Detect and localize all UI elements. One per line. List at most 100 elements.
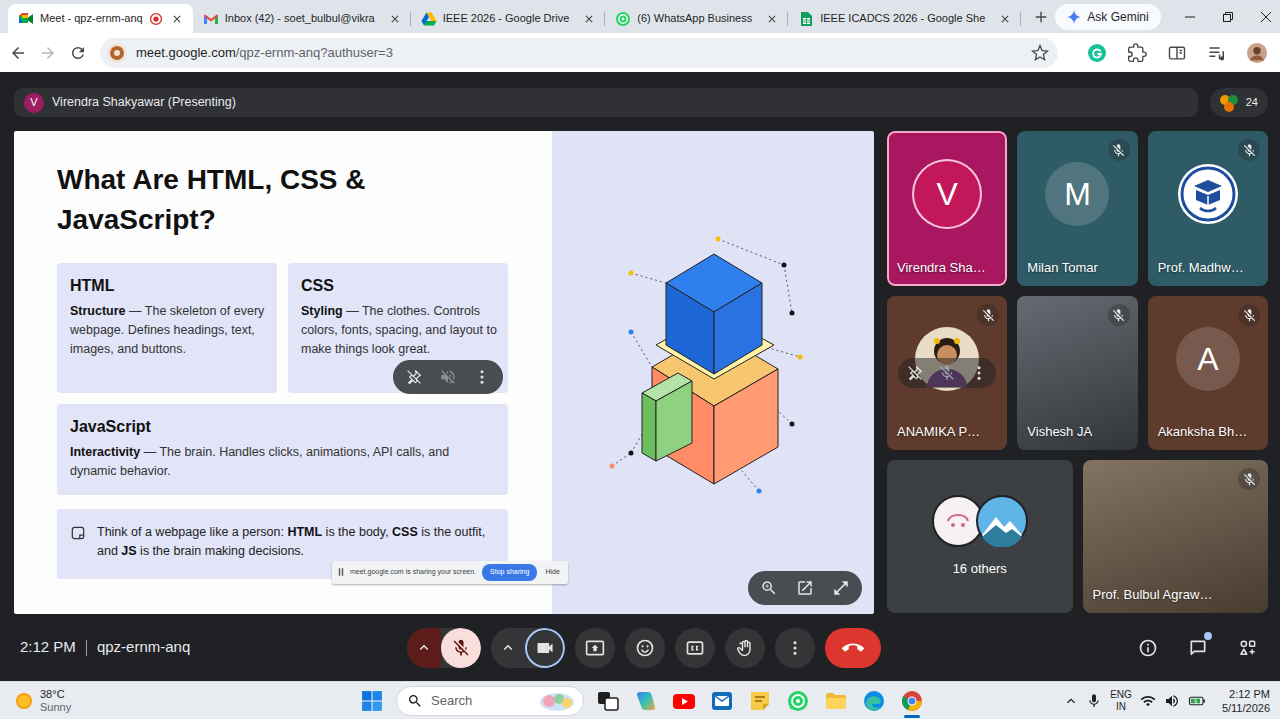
more-icon[interactable] <box>970 364 988 382</box>
url[interactable]: meet.google.com/qpz-ernm-anq?authuser=3 <box>136 43 1018 63</box>
clock-time[interactable]: 2:12 PM <box>1229 687 1270 701</box>
new-tab-icon[interactable] <box>1027 3 1055 31</box>
zoom-in-icon[interactable] <box>760 579 778 597</box>
meeting-code[interactable]: qpz-ernm-anq <box>97 636 190 659</box>
participant-tile[interactable]: Vishesh JA <box>1017 296 1137 450</box>
show-hidden-icon[interactable] <box>1064 694 1078 708</box>
address-bar[interactable]: meet.google.com/qpz-ernm-anq?authuser=3 <box>100 38 1058 68</box>
browser-tab[interactable]: IEEE 2026 - Google Drive <box>411 4 606 33</box>
taskbar-app[interactable] <box>666 682 702 719</box>
close-icon[interactable] <box>387 11 403 27</box>
start-icon[interactable] <box>354 682 390 719</box>
reload-icon[interactable] <box>64 39 92 67</box>
participant-count[interactable]: 24 <box>1246 94 1258 111</box>
back-icon[interactable] <box>4 39 32 67</box>
close-icon[interactable] <box>169 11 185 27</box>
browser-tab[interactable]: IEEE ICADCS 2026 - Google She <box>788 4 1021 33</box>
system-tray: ENGIN 2:12 PM5/11/2026 <box>930 687 1270 715</box>
chat-button[interactable] <box>1178 628 1218 668</box>
mic-off-icon <box>1111 308 1126 323</box>
sticky-notes-icon <box>748 689 772 713</box>
participant-name: Akanksha Bh… <box>1148 422 1268 451</box>
language[interactable]: ENG <box>1110 689 1132 701</box>
language-indicator[interactable]: ENGIN <box>1110 689 1132 713</box>
weather-widget[interactable]: 38°CSunny <box>14 688 354 714</box>
video-options-button[interactable] <box>491 628 525 668</box>
captions-button[interactable] <box>675 628 715 668</box>
raise-hand-button[interactable] <box>725 628 765 668</box>
wifi-icon[interactable] <box>1140 693 1156 709</box>
taskbar-app[interactable] <box>894 682 930 719</box>
camera-button[interactable] <box>525 628 565 668</box>
meeting-details-button[interactable] <box>1128 628 1168 668</box>
taskbar-app[interactable] <box>742 682 778 719</box>
unpin-icon[interactable] <box>405 368 423 386</box>
drag-handle-icon[interactable] <box>338 568 344 576</box>
participant-tile[interactable]: Prof. Bulbul Agraw… <box>1083 460 1269 613</box>
browser-tab[interactable]: (6) WhatsApp Business <box>605 4 788 33</box>
hide-button[interactable]: Hide <box>543 567 561 578</box>
url-path[interactable]: /qpz-ernm-anq?authuser=3 <box>236 45 393 60</box>
clock-date[interactable]: 5/11/2026 <box>1222 701 1270 715</box>
gemini-label[interactable]: Ask Gemini <box>1087 8 1148 26</box>
clock[interactable]: 2:12 PM5/11/2026 <box>1222 687 1270 715</box>
more-options-button[interactable] <box>775 628 815 668</box>
activities-button[interactable] <box>1228 628 1268 668</box>
tab-title[interactable]: (6) WhatsApp Business <box>637 10 752 27</box>
tile-hover-controls <box>887 131 1007 286</box>
tab-title[interactable]: IEEE 2026 - Google Drive <box>443 10 570 27</box>
taskbar-app[interactable] <box>780 682 816 719</box>
taskbar-app[interactable] <box>590 682 626 719</box>
star-icon[interactable] <box>1026 39 1054 67</box>
browser-tab[interactable]: Inbox (42) - soet_bulbul@vikra <box>193 4 411 33</box>
minimize-icon[interactable] <box>1171 0 1209 33</box>
present-button[interactable] <box>575 628 615 668</box>
taskbar-app[interactable] <box>818 682 854 719</box>
participant-tile[interactable]: 16 others <box>887 460 1073 613</box>
microphone-in-use-icon[interactable] <box>1086 693 1102 709</box>
mute-indicator <box>1043 468 1065 490</box>
media-controls-icon[interactable] <box>1202 38 1232 68</box>
taskbar-app[interactable] <box>856 682 892 719</box>
ask-gemini-button[interactable]: Ask Gemini <box>1055 4 1160 30</box>
close-icon[interactable] <box>581 11 597 27</box>
participant-tile[interactable]: MMilan Tomar <box>1017 131 1137 286</box>
taskbar-app[interactable] <box>704 682 740 719</box>
info-icon <box>1138 638 1158 658</box>
leave-call-button[interactable] <box>825 628 881 668</box>
participant-tile[interactable]: Prof. Madhw… <box>1148 131 1268 286</box>
participants-button[interactable]: 24 <box>1210 88 1268 117</box>
battery-icon[interactable] <box>1188 692 1206 710</box>
volume-icon[interactable] <box>1164 693 1180 709</box>
site-info-icon[interactable] <box>106 42 128 64</box>
pop-out-icon[interactable] <box>796 579 814 597</box>
extensions-icon[interactable] <box>1122 38 1152 68</box>
profile-icon[interactable] <box>1242 38 1272 68</box>
participant-tile[interactable]: VVirendra Sha… <box>887 131 1007 286</box>
taskbar-app[interactable] <box>628 682 664 719</box>
note-icon <box>71 526 85 540</box>
close-icon[interactable] <box>764 11 780 27</box>
taskbar-search[interactable]: Search <box>396 686 584 716</box>
tab-search-icon[interactable] <box>1162 38 1192 68</box>
tab-title[interactable]: Inbox (42) - soet_bulbul@vikra <box>225 10 375 27</box>
microphone-button[interactable] <box>441 628 481 668</box>
stop-sharing-button[interactable]: Stop sharing <box>482 564 537 581</box>
close-window-icon[interactable] <box>1247 0 1280 33</box>
participant-tile[interactable]: ANAMIKA P… <box>887 296 1007 450</box>
audio-options-button[interactable] <box>407 628 441 668</box>
browser-tab[interactable]: Meet - qpz-ernm-anq <box>8 4 193 33</box>
grammarly-icon[interactable] <box>1082 38 1112 68</box>
tab-title[interactable]: Meet - qpz-ernm-anq <box>40 10 143 27</box>
pin-icon[interactable] <box>906 364 924 382</box>
url-host[interactable]: meet.google.com <box>136 45 236 60</box>
fullscreen-icon[interactable] <box>832 579 850 597</box>
search-label[interactable]: Search <box>431 691 531 711</box>
region[interactable]: IN <box>1116 701 1126 713</box>
reactions-button[interactable] <box>625 628 665 668</box>
participant-tile[interactable]: AAkanksha Bh… <box>1148 296 1268 450</box>
tab-title[interactable]: IEEE ICADCS 2026 - Google She <box>820 10 985 27</box>
close-icon[interactable] <box>997 11 1013 27</box>
more-icon[interactable] <box>473 368 491 386</box>
restore-icon[interactable] <box>1209 0 1247 33</box>
